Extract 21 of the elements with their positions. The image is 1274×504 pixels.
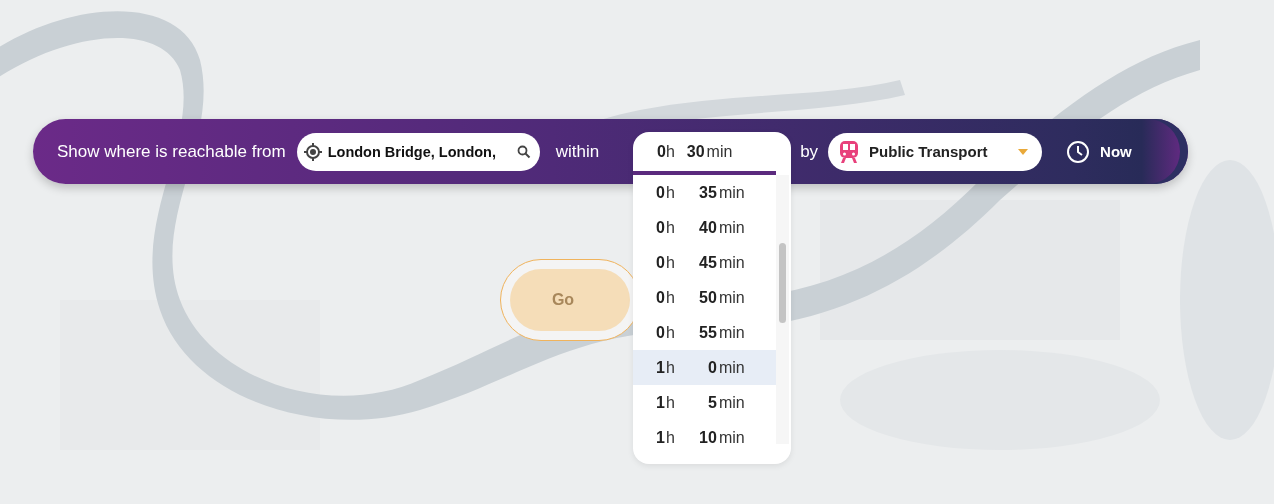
location-target-icon	[302, 141, 323, 162]
clock-icon	[1066, 139, 1091, 164]
search-label: Show where is reachable from	[57, 141, 286, 162]
within-label: within	[555, 141, 600, 162]
duration-option[interactable]: 0h 55min	[633, 315, 776, 350]
scrollbar[interactable]	[776, 175, 789, 444]
origin-field[interactable]: London Bridge, London,	[296, 132, 540, 171]
search-icon[interactable]	[516, 144, 531, 159]
by-label: by	[800, 141, 819, 162]
duration-select[interactable]: 0h 30min	[633, 132, 776, 175]
train-icon	[839, 140, 860, 163]
time-button[interactable]: Now	[1066, 139, 1132, 164]
caret-icon	[1018, 148, 1029, 155]
duration-option[interactable]: 0h 40min	[633, 210, 776, 245]
duration-option[interactable]: 0h 45min	[633, 245, 776, 280]
duration-option[interactable]: 1h 10min	[633, 420, 776, 444]
transport-mode-dropdown[interactable]: Public Transport	[828, 132, 1043, 171]
duration-option[interactable]: 1h 0min	[633, 350, 776, 385]
duration-option[interactable]: 0h 35min	[633, 175, 776, 210]
duration-option[interactable]: 0h 50min	[633, 280, 776, 315]
duration-option[interactable]: 1h 5min	[633, 385, 776, 420]
